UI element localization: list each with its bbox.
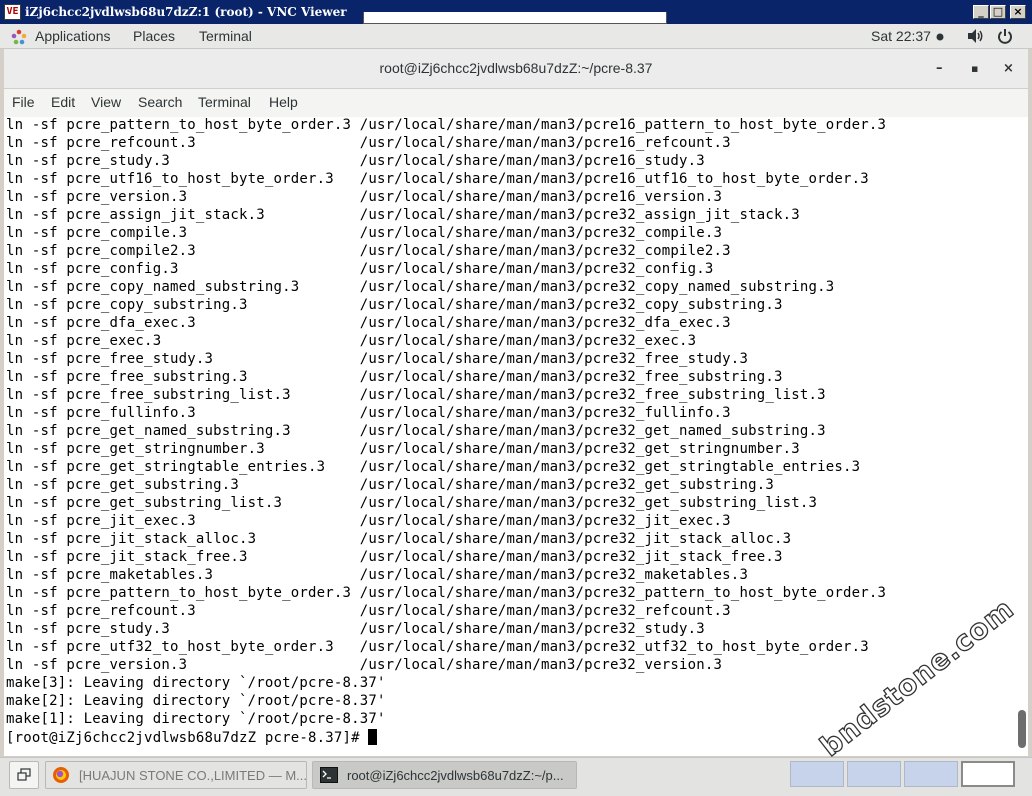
terminal-icon [320,767,338,783]
terminal-line: ln -sf pcre_compile.3 /usr/local/share/m… [6,225,723,241]
terminal-menu-bar: File Edit View Search Terminal Help [4,89,1028,118]
terminal-line: ln -sf pcre_get_named_substring.3 /usr/l… [6,423,826,439]
volume-icon[interactable] [967,28,985,44]
terminal-line: ln -sf pcre_get_stringnumber.3 /usr/loca… [6,441,800,457]
terminal-line: ln -sf pcre_study.3 /usr/local/share/man… [6,153,705,169]
terminal-line: ln -sf pcre_utf32_to_host_byte_order.3 /… [6,639,869,655]
menu-search[interactable]: Search [138,94,182,110]
terminal-line: ln -sf pcre_jit_stack_free.3 /usr/local/… [6,549,783,565]
terminal-line: ln -sf pcre_assign_jit_stack.3 /usr/loca… [6,207,800,223]
terminal-line: ln -sf pcre_utf16_to_host_byte_order.3 /… [6,171,869,187]
terminal-line: ln -sf pcre_pattern_to_host_byte_order.3… [6,585,887,601]
window-close-button[interactable]: × [1003,61,1014,76]
power-icon[interactable] [997,28,1013,44]
terminal-output[interactable]: ln -sf pcre_pattern_to_host_byte_order.3… [4,117,1028,764]
vnc-toolbar-notch[interactable] [363,12,667,24]
gnome-top-bar: Applications Places Terminal Sat 22:37 [0,24,1032,49]
recording-dot-icon [936,33,944,41]
terminal-line: ln -sf pcre_free_study.3 /usr/local/shar… [6,351,749,367]
menu-terminal[interactable]: Terminal [198,94,251,110]
vnc-close-button[interactable]: × [1010,5,1026,19]
terminal-line: ln -sf pcre_copy_substring.3 /usr/local/… [6,297,783,313]
terminal-line: ln -sf pcre_free_substring_list.3 /usr/l… [6,387,826,403]
task-label: root@iZj6chcc2jvdlwsb68u7dzZ:~/p... [347,768,564,783]
terminal-lines: ln -sf pcre_pattern_to_host_byte_order.3… [6,117,1016,747]
vnc-maximize-button[interactable]: □ [990,5,1006,19]
terminal-line: ln -sf pcre_jit_exec.3 /usr/local/share/… [6,513,731,529]
places-menu[interactable]: Places [133,28,175,44]
vnc-window-title: iZj6chcc2jvdlwsb68u7dzZ:1 (root) - VNC V… [25,5,347,19]
scrollbar-thumb[interactable] [1018,710,1026,748]
terminal-line: ln -sf pcre_get_substring.3 /usr/local/s… [6,477,774,493]
terminal-line: ln -sf pcre_exec.3 /usr/local/share/man/… [6,333,697,349]
terminal-line: ln -sf pcre_refcount.3 /usr/local/share/… [6,603,731,619]
terminal-line: ln -sf pcre_get_stringtable_entries.3 /u… [6,459,861,475]
terminal-window-header[interactable]: root@iZj6chcc2jvdlwsb68u7dzZ:~/pcre-8.37… [4,49,1028,89]
applications-icon[interactable] [11,29,27,45]
terminal-line: make[3]: Leaving directory `/root/pcre-8… [6,675,386,691]
terminal-line: ln -sf pcre_version.3 /usr/local/share/m… [6,657,723,673]
terminal-line: ln -sf pcre_jit_stack_alloc.3 /usr/local… [6,531,792,547]
taskbar: [HUAJUN STONE CO.,LIMITED — M... root@iZ… [0,757,1032,796]
terminal-line: ln -sf pcre_dfa_exec.3 /usr/local/share/… [6,315,731,331]
terminal-line: ln -sf pcre_config.3 /usr/local/share/ma… [6,261,714,277]
vnc-titlebar[interactable]: VE iZj6chcc2jvdlwsb68u7dzZ:1 (root) - VN… [0,0,1032,24]
applications-menu[interactable]: Applications [35,28,111,44]
window-minimize-button[interactable]: – [936,61,943,76]
workspace-1[interactable] [790,761,844,787]
menu-help[interactable]: Help [269,94,298,110]
terminal-line: ln -sf pcre_copy_named_substring.3 /usr/… [6,279,835,295]
text-cursor [368,729,378,745]
workspace-4[interactable] [961,761,1015,787]
terminal-line: ln -sf pcre_fullinfo.3 /usr/local/share/… [6,405,731,421]
menu-edit[interactable]: Edit [51,94,75,110]
terminal-line: ln -sf pcre_version.3 /usr/local/share/m… [6,189,723,205]
vnc-logo-icon: VE [4,4,21,20]
terminal-line: ln -sf pcre_maketables.3 /usr/local/shar… [6,567,749,583]
vnc-minimize-button[interactable]: _ [973,5,989,19]
taskbar-task-terminal[interactable]: root@iZj6chcc2jvdlwsb68u7dzZ:~/p... [312,761,577,789]
shell-prompt: [root@iZj6chcc2jvdlwsb68u7dzZ pcre-8.37]… [6,730,369,746]
firefox-icon [53,767,69,783]
window-maximize-button[interactable]: ▪ [971,62,978,75]
terminal-scrollbar[interactable] [1016,117,1026,756]
terminal-line: ln -sf pcre_study.3 /usr/local/share/man… [6,621,705,637]
clock[interactable]: Sat 22:37 [871,28,931,44]
menu-view[interactable]: View [91,94,121,110]
taskbar-task-firefox[interactable]: [HUAJUN STONE CO.,LIMITED — M... [45,761,307,789]
workspace-3[interactable] [904,761,958,787]
terminal-line: ln -sf pcre_free_substring.3 /usr/local/… [6,369,783,385]
terminal-line: ln -sf pcre_pattern_to_host_byte_order.3… [6,117,887,133]
workspace-2[interactable] [847,761,901,787]
show-desktop-button[interactable] [9,761,39,789]
task-label: [HUAJUN STONE CO.,LIMITED — M... [79,768,307,783]
terminal-window-title: root@iZj6chcc2jvdlwsb68u7dzZ:~/pcre-8.37 [379,60,653,76]
terminal-line: ln -sf pcre_get_substring_list.3 /usr/lo… [6,495,818,511]
menu-file[interactable]: File [12,94,35,110]
terminal-line: ln -sf pcre_refcount.3 /usr/local/share/… [6,135,731,151]
terminal-line: ln -sf pcre_compile2.3 /usr/local/share/… [6,243,731,259]
terminal-app-menu[interactable]: Terminal [199,28,252,44]
show-desktop-icon [17,768,31,781]
